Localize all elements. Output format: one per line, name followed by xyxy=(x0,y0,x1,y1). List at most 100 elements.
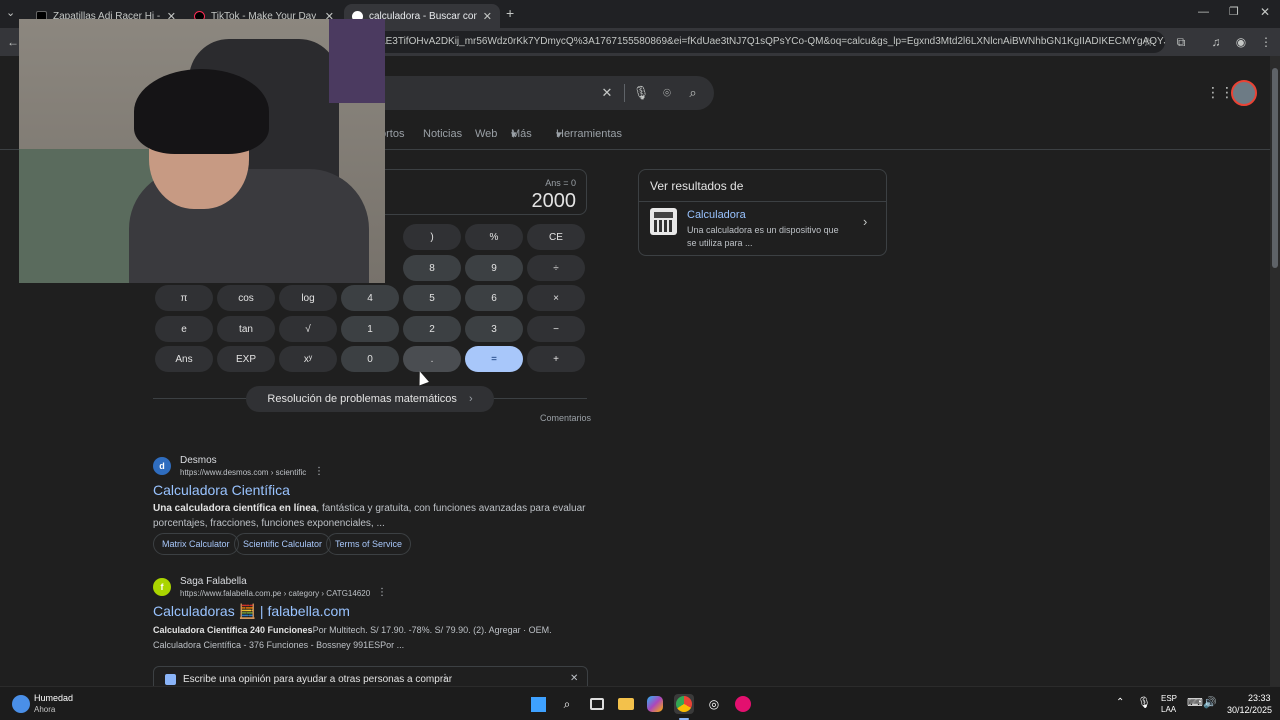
key-log[interactable]: log xyxy=(279,285,337,311)
side-panel: Ver resultados de Calculadora Una calcul… xyxy=(638,169,887,256)
key-ans[interactable]: Ans xyxy=(155,346,213,372)
key-multiply[interactable]: × xyxy=(527,285,585,311)
webcam-poster xyxy=(329,19,385,103)
close-window-icon[interactable]: ✕ xyxy=(1260,5,1270,19)
lens-icon[interactable]: ⌾ xyxy=(658,84,676,102)
search-box[interactable]: ✕ 🎙 ⌾ ⌕ xyxy=(340,76,714,110)
falabella-favicon-icon: f xyxy=(153,578,171,596)
apps-grid-icon[interactable]: ⋮⋮ xyxy=(1206,84,1234,101)
minimize-icon[interactable]: — xyxy=(1198,6,1209,18)
network-icon[interactable]: ⌨ xyxy=(1187,696,1203,709)
weather-title[interactable]: Humedad xyxy=(34,693,73,703)
result-title-link[interactable]: Calculadora Científica xyxy=(153,482,290,498)
key-exp[interactable]: EXP xyxy=(217,346,275,372)
review-bar[interactable]: Escribe una opinión para ayudar a otras … xyxy=(153,666,588,686)
media-player-icon[interactable] xyxy=(733,694,753,714)
chrome-icon[interactable] xyxy=(674,694,694,714)
key-9[interactable]: 9 xyxy=(465,255,523,281)
math-solver-button[interactable]: Resolución de problemas matemáticos › xyxy=(246,386,494,412)
lang-secondary: LAA xyxy=(1161,705,1177,714)
address-bar[interactable]: rf=AE3TifOHvA2DKij_mr56Wdz0rKk7YDmycQ%3A… xyxy=(355,31,1165,53)
menu-icon[interactable]: ⋮ xyxy=(1257,33,1275,51)
key-ce[interactable]: CE xyxy=(527,224,585,250)
side-panel-title[interactable]: Calculadora xyxy=(687,209,746,221)
tab-web[interactable]: Web xyxy=(475,128,497,140)
page-scrollbar[interactable] xyxy=(1270,56,1280,686)
key-4[interactable]: 4 xyxy=(341,285,399,311)
clock-time[interactable]: 23:33 xyxy=(1248,693,1271,703)
copilot-icon[interactable] xyxy=(645,694,665,714)
microphone-tray-icon[interactable]: 🎙 xyxy=(1137,696,1151,709)
windows-start-icon[interactable] xyxy=(528,694,548,714)
webcam-overlay xyxy=(19,19,385,283)
chip-matrix-calculator[interactable]: Matrix Calculator xyxy=(153,533,239,555)
key-cos[interactable]: cos xyxy=(217,285,275,311)
key-2[interactable]: 2 xyxy=(403,316,461,342)
result-title-link[interactable]: Calculadoras 🧮 | falabella.com xyxy=(153,603,350,620)
key-6[interactable]: 6 xyxy=(465,285,523,311)
webcam-person-hair xyxy=(134,69,269,154)
key-5[interactable]: 5 xyxy=(403,285,461,311)
side-panel-desc1: Una calculadora es un dispositivo que xyxy=(687,225,839,235)
key-8[interactable]: 8 xyxy=(403,255,461,281)
calculator-value: 2000 xyxy=(531,190,577,212)
search-icon[interactable]: ⌕ xyxy=(684,84,702,102)
result-snippet-line2: porcentajes, fracciones, funciones expon… xyxy=(153,518,385,529)
weather-icon[interactable] xyxy=(12,695,30,713)
task-view-icon[interactable] xyxy=(587,694,607,714)
result-site-name: Saga Falabella xyxy=(180,576,247,587)
clear-icon[interactable]: ✕ xyxy=(598,84,616,102)
key-plus[interactable]: + xyxy=(527,346,585,372)
close-icon[interactable]: ✕ xyxy=(483,10,492,23)
restore-icon[interactable]: ❐ xyxy=(1229,5,1239,18)
tab-herramientas[interactable]: Herramientas ▾ xyxy=(556,128,622,141)
key-pi[interactable]: π xyxy=(155,285,213,311)
chevron-right-icon: › xyxy=(468,393,473,405)
tab-title: calculadora - Buscar con Googl xyxy=(369,10,477,22)
key-0[interactable]: 0 xyxy=(341,346,399,372)
key-close-paren[interactable]: ) xyxy=(403,224,461,250)
bookmark-star-icon[interactable]: ☆ xyxy=(1139,33,1157,51)
key-1[interactable]: 1 xyxy=(341,316,399,342)
key-power[interactable]: xʸ xyxy=(279,346,337,372)
key-3[interactable]: 3 xyxy=(465,316,523,342)
windows-taskbar: Humedad Ahora ⌕ ◎ ⌃ 🎙 ESP LAA ⌨ 🔊 23:33 … xyxy=(0,686,1280,720)
volume-icon[interactable]: 🔊 xyxy=(1203,696,1217,709)
chevron-up-icon[interactable]: ⌃ xyxy=(1116,697,1124,708)
steam-icon[interactable]: ◎ xyxy=(704,694,724,714)
new-tab-icon[interactable]: + xyxy=(506,5,514,21)
scrollbar-thumb[interactable] xyxy=(1272,68,1278,268)
result-more-icon[interactable]: ⋮ xyxy=(314,466,324,477)
file-explorer-icon[interactable] xyxy=(616,694,636,714)
chip-scientific-calculator[interactable]: Scientific Calculator xyxy=(234,533,332,555)
tab-list-icon[interactable]: ⌄ xyxy=(6,6,15,19)
key-sqrt[interactable]: √ xyxy=(279,316,337,342)
chip-terms-of-service[interactable]: Terms of Service xyxy=(326,533,412,555)
lang-primary[interactable]: ESP xyxy=(1161,694,1177,703)
avatar[interactable] xyxy=(1231,80,1257,106)
tab-mas[interactable]: Más ▾ xyxy=(511,128,532,141)
microphone-icon[interactable]: 🎙 xyxy=(632,84,650,102)
tab-noticias[interactable]: Noticias xyxy=(423,128,462,140)
key-tan[interactable]: tan xyxy=(217,316,275,342)
desmos-favicon-icon: d xyxy=(153,457,171,475)
result-more-icon[interactable]: ⋮ xyxy=(377,587,387,598)
media-glyph xyxy=(735,696,751,712)
side-panel-desc2: se utiliza para ... xyxy=(687,238,753,248)
media-icon[interactable]: ♫ xyxy=(1207,33,1225,51)
search-icon[interactable]: ⌕ xyxy=(557,694,577,714)
extensions-icon[interactable]: ⧉ xyxy=(1172,33,1190,51)
task-view-glyph xyxy=(590,698,604,710)
key-decimal[interactable]: . xyxy=(403,346,461,372)
chevron-right-icon[interactable]: › xyxy=(863,214,867,229)
key-percent[interactable]: % xyxy=(465,224,523,250)
feedback-link[interactable]: Comentarios xyxy=(540,413,591,423)
review-more-icon[interactable]: ⋮ xyxy=(440,673,450,684)
profile-icon[interactable]: ◉ xyxy=(1232,33,1250,51)
review-close-icon[interactable]: ✕ xyxy=(570,673,578,684)
key-divide[interactable]: ÷ xyxy=(527,255,585,281)
key-minus[interactable]: − xyxy=(527,316,585,342)
key-e[interactable]: e xyxy=(155,316,213,342)
calculator-thumbnail xyxy=(650,208,677,235)
key-equals[interactable]: = xyxy=(465,346,523,372)
